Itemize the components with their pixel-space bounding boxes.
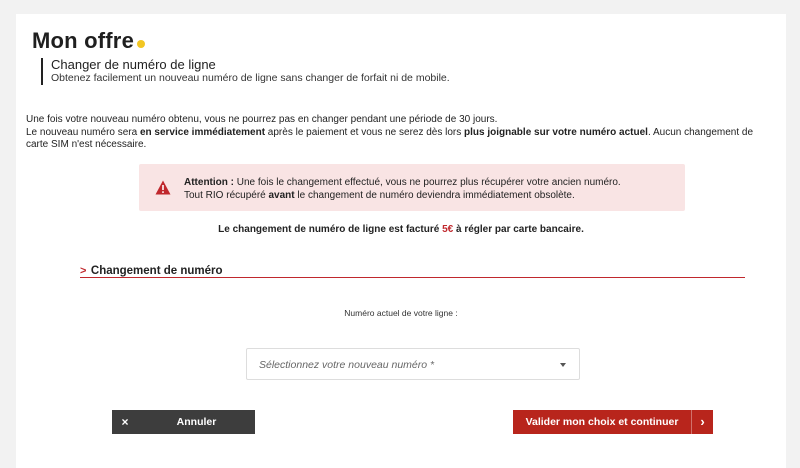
validate-button-label: Valider mon choix et continuer bbox=[525, 416, 679, 428]
page-title-text: Mon offre bbox=[32, 28, 135, 53]
alert-line-2-part-b: le changement de numéro deviendra immédi… bbox=[294, 189, 575, 201]
section-header: > Changement de numéro bbox=[80, 261, 745, 278]
info-line-2-bold-1: en service immédiatement bbox=[139, 126, 266, 138]
chevron-right-icon: › bbox=[691, 410, 713, 434]
page-content: Mon offre Changer de numéro de ligne Obt… bbox=[16, 14, 786, 468]
fee-notice: Le changement de numéro de ligne est fac… bbox=[16, 224, 786, 235]
current-number-label: Numéro actuel de votre ligne : bbox=[344, 308, 458, 318]
alert-line-1-text: Une fois le changement effectué, vous ne… bbox=[234, 177, 621, 188]
info-line-1: Une fois votre nouveau numéro obtenu, vo… bbox=[26, 114, 498, 125]
attention-alert: Attention : Une fois le changement effec… bbox=[139, 164, 685, 211]
info-line-2: Le nouveau numéro sera en service immédi… bbox=[26, 127, 778, 152]
cancel-button[interactable]: × Annuler bbox=[112, 410, 255, 434]
alert-line-1: Attention : Une fois le changement effec… bbox=[184, 177, 621, 190]
validate-button[interactable]: Valider mon choix et continuer › bbox=[513, 410, 713, 434]
subheader-description: Obtenez facilement un nouveau numéro de … bbox=[51, 72, 450, 84]
new-number-select[interactable]: Sélectionnez votre nouveau numéro * bbox=[246, 348, 580, 380]
alert-line-2-part-a: Tout RIO récupéré bbox=[184, 189, 269, 201]
alert-line-2: Tout RIO récupéré avant le changement de… bbox=[184, 190, 621, 203]
caret-down-icon bbox=[560, 363, 566, 367]
warning-triangle-icon bbox=[155, 180, 171, 195]
new-number-select-placeholder: Sélectionnez votre nouveau numéro * bbox=[259, 359, 435, 371]
subheader: Changer de numéro de ligne Obtenez facil… bbox=[41, 58, 450, 85]
title-dot-icon bbox=[137, 40, 146, 48]
section-arrow-icon: > bbox=[80, 265, 87, 277]
subheader-title: Changer de numéro de ligne bbox=[51, 57, 216, 72]
info-line-2-part-b: après le paiement et vous ne serez dès l… bbox=[265, 126, 465, 138]
alert-label: Attention : bbox=[184, 177, 234, 188]
info-line-2-bold-2: plus joignable sur votre numéro actuel bbox=[464, 126, 648, 138]
close-icon: × bbox=[121, 415, 129, 429]
alert-text: Attention : Une fois le changement effec… bbox=[184, 177, 621, 202]
info-text: Une fois votre nouveau numéro obtenu, vo… bbox=[26, 114, 778, 152]
page-title: Mon offre bbox=[32, 28, 146, 54]
section-title: Changement de numéro bbox=[90, 265, 223, 277]
cancel-button-label: Annuler bbox=[176, 416, 217, 428]
fee-text-b: à régler par carte bancaire. bbox=[453, 224, 584, 235]
fee-price: 5€ bbox=[442, 224, 454, 235]
fee-text-a: Le changement de numéro de ligne est fac… bbox=[218, 224, 443, 235]
alert-line-2-bold: avant bbox=[268, 189, 295, 201]
info-line-2-part-a: Le nouveau numéro sera bbox=[26, 126, 140, 138]
